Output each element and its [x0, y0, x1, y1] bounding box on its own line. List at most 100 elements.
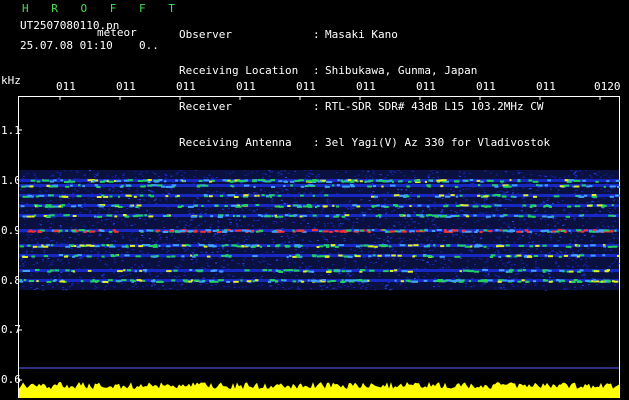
noise-speck: [276, 182, 279, 184]
noise-speck: [286, 235, 289, 237]
noise-speck: [558, 233, 561, 235]
noise-speck: [612, 226, 615, 228]
noise-speck: [298, 192, 301, 194]
band-speck: [409, 230, 415, 233]
noise-speck: [398, 242, 401, 244]
noise-speck: [265, 174, 268, 176]
band-speck: [65, 269, 70, 272]
band-speck: [330, 244, 336, 247]
band-speck: [436, 229, 442, 231]
noise-speck: [39, 237, 42, 239]
noise-speck: [353, 241, 356, 243]
noise-speck: [145, 222, 148, 224]
noise-speck: [41, 258, 44, 260]
band-speck: [176, 194, 180, 197]
noise-speck: [437, 176, 440, 178]
noise-speck: [272, 241, 275, 243]
noise-speck: [370, 285, 373, 286]
noise-speck: [162, 221, 164, 223]
noise-speck: [137, 173, 140, 175]
band-speck: [564, 184, 570, 187]
noise-speck: [486, 266, 489, 268]
band-speck: [166, 255, 171, 258]
band-speck: [219, 194, 224, 197]
noise-speck: [40, 220, 43, 222]
noise-speck: [204, 220, 207, 222]
noise-speck: [208, 287, 211, 289]
noise-speck: [129, 239, 132, 241]
noise-speck: [284, 289, 287, 290]
band-speck: [346, 229, 352, 232]
noise-speck: [310, 173, 312, 175]
noise-speck: [401, 241, 404, 243]
noise-speck: [88, 221, 91, 223]
noise-speck: [479, 212, 482, 214]
noise-speck: [291, 237, 294, 238]
noise-speck: [50, 175, 53, 177]
band-speck: [478, 184, 481, 187]
noise-speck: [487, 260, 489, 262]
noise-speck: [40, 224, 42, 226]
band-speck: [284, 244, 290, 247]
band-speck: [181, 255, 185, 258]
band-speck: [565, 215, 570, 218]
noise-speck: [274, 276, 277, 278]
noise-speck: [580, 210, 583, 212]
noise-speck: [203, 239, 206, 241]
band-speck: [154, 180, 159, 183]
noise-speck: [518, 237, 521, 239]
band-speck: [278, 215, 284, 218]
band-speck: [287, 205, 291, 207]
band-speck: [510, 195, 514, 198]
noise-speck: [611, 221, 614, 223]
noise-speck: [478, 242, 481, 244]
band-speck: [457, 244, 462, 247]
noise-speck: [433, 202, 436, 204]
band-speck: [173, 269, 178, 272]
noise-speck: [520, 172, 523, 174]
band-speck: [469, 179, 474, 181]
noise-speck: [474, 237, 477, 239]
noise-speck: [103, 203, 106, 204]
band-speck: [137, 214, 143, 217]
noise-speck: [461, 210, 464, 212]
noise-speck: [261, 276, 263, 278]
noise-speck: [208, 207, 211, 209]
band-speck: [579, 269, 584, 272]
noise-speck: [174, 276, 177, 278]
info-label: Observer: [179, 28, 232, 41]
noise-speck: [488, 272, 491, 274]
noise-speck: [525, 277, 528, 279]
noise-speck: [49, 227, 52, 229]
noise-speck: [31, 197, 34, 199]
noise-speck: [464, 211, 467, 213]
noise-speck: [343, 212, 346, 214]
band-speck: [72, 270, 75, 273]
noise-speck: [439, 267, 442, 269]
noise-speck: [493, 247, 496, 249]
noise-speck: [284, 170, 287, 172]
noise-speck: [349, 200, 352, 202]
noise-speck: [364, 266, 367, 268]
noise-speck: [534, 221, 537, 223]
band-speck: [22, 256, 28, 258]
noise-speck: [581, 284, 584, 286]
band-speck: [155, 229, 161, 232]
band-speck: [444, 279, 448, 282]
band-speck: [531, 269, 537, 272]
band-speck: [255, 230, 259, 233]
band-speck: [499, 229, 502, 232]
noise-speck: [369, 262, 372, 263]
noise-speck: [378, 276, 381, 277]
noise-speck: [447, 266, 450, 268]
noise-speck: [555, 261, 557, 263]
file-name-suffix: meteor: [97, 26, 137, 39]
noise-speck: [367, 225, 370, 227]
band-speck: [257, 214, 262, 217]
noise-speck: [52, 286, 54, 288]
band-speck: [42, 179, 45, 182]
noise-speck: [548, 252, 551, 254]
noise-speck: [168, 242, 171, 244]
band-speck: [401, 270, 408, 273]
noise-speck: [24, 224, 26, 226]
